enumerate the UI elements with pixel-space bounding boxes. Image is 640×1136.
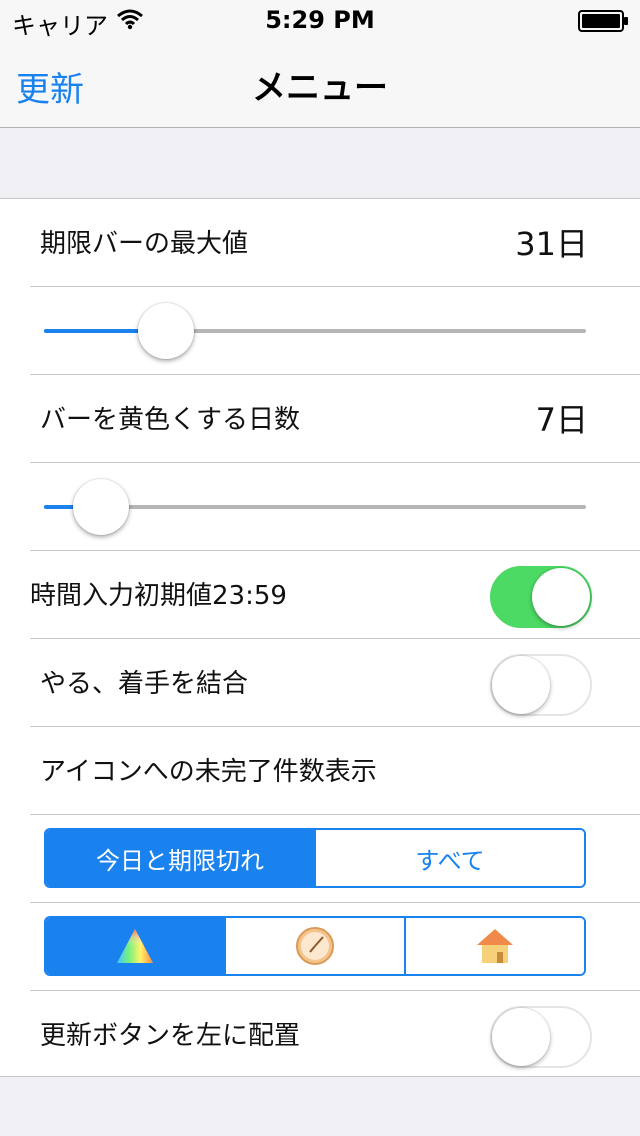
yellow-days-slider[interactable] [44, 479, 586, 535]
segment-all[interactable]: すべて [314, 830, 584, 886]
refresh-left-toggle[interactable] [490, 1006, 592, 1068]
max-bar-value: 31日 [515, 225, 588, 263]
icon-options-row [0, 903, 640, 991]
status-time: 5:29 PM [265, 6, 375, 34]
slider-knob[interactable] [138, 303, 194, 359]
max-bar-slider-row [0, 287, 640, 375]
slider-knob[interactable] [73, 479, 129, 535]
status-bar: キャリア 5:29 PM [0, 0, 640, 40]
page-title: メニュー [252, 68, 388, 108]
house-icon [477, 929, 513, 963]
toggle-knob [492, 1008, 550, 1066]
refresh-left-label: 更新ボタンを左に配置 [40, 1021, 301, 1051]
time-default-label: 時間入力初期値23:59 [30, 581, 287, 611]
max-bar-label: 期限バーの最大値 [40, 229, 249, 259]
segment-prism[interactable] [46, 918, 224, 974]
settings-table: 期限バーの最大値 31日 バーを黄色くする日数 7日 時間入力初期値23:59 [0, 198, 640, 1077]
max-bar-slider[interactable] [44, 303, 586, 359]
time-default-toggle[interactable] [490, 566, 592, 628]
prism-icon [117, 929, 153, 963]
slider-fill [44, 329, 152, 333]
badge-count-label: アイコンへの未完了件数表示 [40, 757, 377, 787]
time-default-row: 時間入力初期値23:59 [0, 551, 640, 639]
badge-label-row: アイコンへの未完了件数表示 [0, 727, 640, 815]
refresh-left-row: 更新ボタンを左に配置 [0, 991, 640, 1079]
combine-label: やる、着手を結合 [40, 669, 249, 699]
segment-today-overdue[interactable]: 今日と期限切れ [46, 830, 314, 886]
segment-house[interactable] [404, 918, 584, 974]
segment-clock[interactable] [224, 918, 404, 974]
yellow-days-row: バーを黄色くする日数 7日 [0, 375, 640, 463]
max-bar-row: 期限バーの最大値 31日 [0, 199, 640, 287]
navigation-bar: 更新 メニュー [0, 40, 640, 128]
yellow-days-label: バーを黄色くする日数 [40, 405, 301, 435]
toggle-knob [492, 656, 550, 714]
yellow-days-value: 7日 [535, 401, 588, 439]
combine-row: やる、着手を結合 [0, 639, 640, 727]
badge-options-row: 今日と期限切れ すべて [0, 815, 640, 903]
badge-segmented-control: 今日と期限切れ すべて [44, 828, 586, 888]
clock-icon [296, 927, 334, 965]
combine-toggle[interactable] [490, 654, 592, 716]
toggle-knob [532, 568, 590, 626]
icon-segmented-control [44, 916, 586, 976]
battery-icon [578, 10, 628, 32]
yellow-days-slider-row [0, 463, 640, 551]
